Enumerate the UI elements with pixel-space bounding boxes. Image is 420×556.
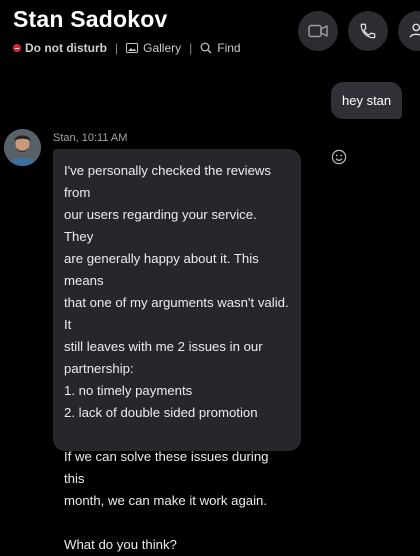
chat-header: Stan Sadokov Do not disturb | Gallery | …	[0, 0, 420, 70]
message-line	[64, 424, 289, 446]
status-label[interactable]: Do not disturb	[25, 41, 107, 55]
separator: |	[114, 41, 119, 55]
message-meta: Stan, 10:11 AM	[53, 132, 128, 144]
outgoing-message[interactable]: hey stan	[331, 82, 403, 119]
do-not-disturb-icon	[13, 44, 21, 52]
add-people-button[interactable]	[398, 11, 420, 51]
message-line: month, we can make it work again.	[64, 493, 268, 508]
message-line: I've personally checked the reviews from	[64, 163, 272, 200]
message-line: 1. no timely payments	[64, 383, 193, 398]
smiley-icon	[331, 149, 347, 165]
outgoing-message-text: hey stan	[342, 93, 392, 108]
react-button[interactable]	[331, 149, 347, 165]
separator: |	[189, 41, 193, 55]
message-line: If we can solve these issues during this	[64, 449, 269, 486]
message-line: are generally happy about it. This means	[64, 251, 259, 288]
person-icon	[409, 23, 420, 38]
incoming-message[interactable]: I've personally checked the reviews from…	[53, 149, 301, 552]
message-line: What do you think?	[64, 537, 177, 552]
search-icon	[200, 42, 212, 54]
message-line: that one of my arguments wasn't valid. I…	[64, 295, 289, 332]
gallery-label: Gallery	[143, 41, 182, 55]
video-camera-icon	[308, 24, 328, 38]
avatar-image	[4, 129, 41, 166]
find-link[interactable]: Find	[200, 41, 241, 55]
video-call-button[interactable]	[298, 11, 338, 51]
avatar[interactable]	[4, 129, 41, 166]
message-line: 2. lack of double sided promotion	[64, 405, 258, 420]
gallery-link[interactable]: Gallery	[126, 41, 181, 55]
message-line: partnership:	[64, 361, 134, 376]
audio-call-button[interactable]	[348, 11, 388, 51]
message-line: our users regarding your service. They	[64, 207, 257, 244]
find-label: Find	[217, 41, 241, 55]
message-line: still leaves with me 2 issues in our	[64, 339, 263, 354]
phone-icon	[360, 23, 376, 39]
gallery-icon	[126, 43, 139, 53]
contact-subbar: Do not disturb | Gallery | Find	[13, 40, 241, 56]
contact-name[interactable]: Stan Sadokov	[13, 6, 168, 33]
message-line	[64, 512, 289, 534]
